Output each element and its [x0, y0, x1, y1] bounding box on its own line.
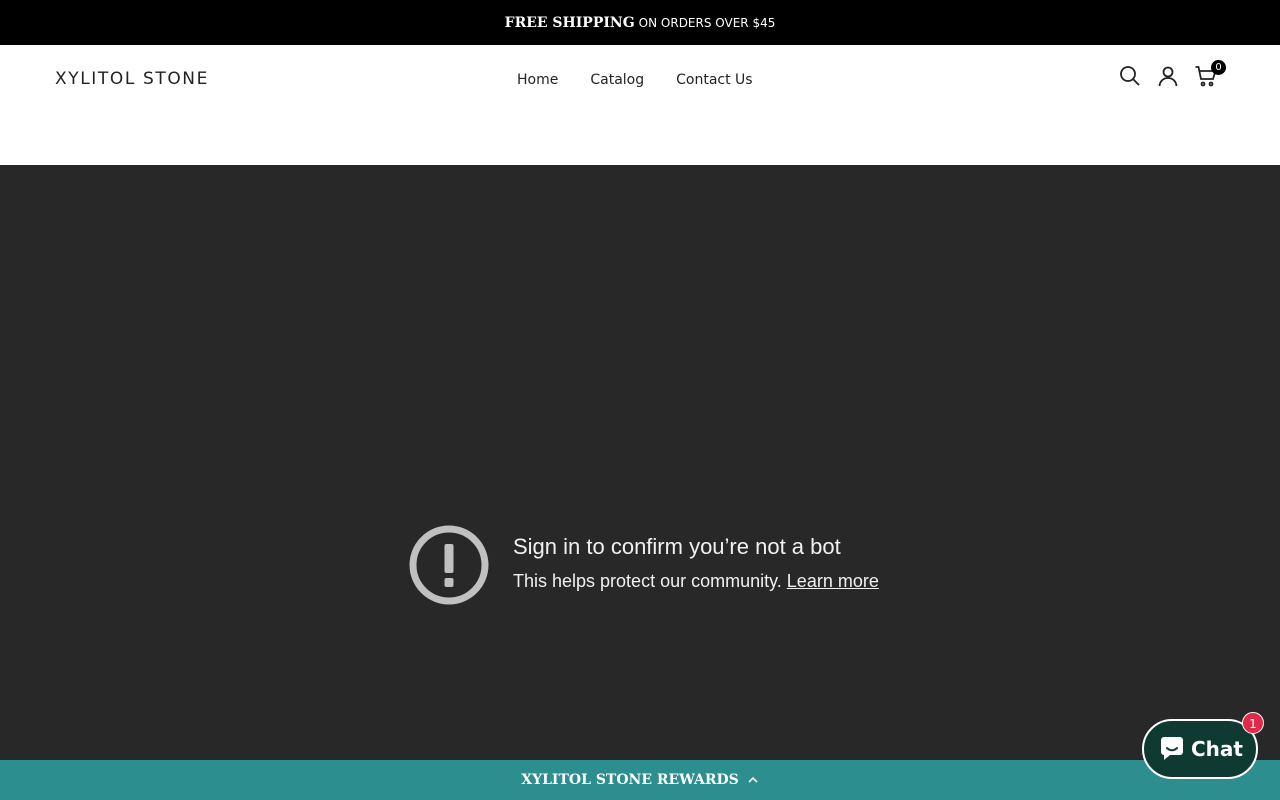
alert-icon	[409, 525, 489, 605]
bot-check-subtitle-text: This helps protect our community.	[513, 571, 782, 591]
chat-button[interactable]: Chat	[1142, 719, 1258, 779]
account-button[interactable]	[1156, 64, 1180, 88]
chat-unread-badge: 1	[1242, 712, 1264, 734]
site-header: XYLITOL STONE Home Catalog Contact Us	[0, 45, 1280, 165]
rewards-bar[interactable]: XYLITOL STONE REWARDS	[0, 760, 1280, 800]
cart-count-badge: 0	[1211, 60, 1226, 75]
nav-contact-us[interactable]: Contact Us	[676, 72, 752, 88]
bot-check-title: Sign in to confirm you’re not a bot	[513, 534, 841, 559]
main-nav: Home Catalog Contact Us	[517, 72, 753, 88]
nav-catalog[interactable]: Catalog	[590, 72, 644, 88]
video-embed[interactable]: Sign in to confirm you’re not a bot This…	[0, 165, 1280, 760]
learn-more-link[interactable]: Learn more	[787, 571, 879, 591]
bot-check-subtitle: This helps protect our community. Learn …	[513, 571, 879, 592]
account-icon	[1158, 66, 1178, 87]
announcement-bar: FREE SHIPPING ON ORDERS OVER $45	[0, 0, 1280, 45]
announcement-text: ON ORDERS OVER $45	[638, 15, 776, 30]
nav-home[interactable]: Home	[517, 72, 558, 88]
chevron-up-icon	[748, 776, 758, 783]
search-button[interactable]	[1118, 64, 1142, 88]
rewards-label: XYLITOL STONE REWARDS	[521, 772, 739, 788]
chat-label: Chat	[1191, 737, 1243, 761]
search-icon	[1120, 66, 1140, 86]
store-logo[interactable]: XYLITOL STONE	[55, 69, 209, 89]
announcement-strong-text: FREE SHIPPING	[504, 14, 635, 31]
chat-bubble-icon	[1161, 737, 1183, 760]
